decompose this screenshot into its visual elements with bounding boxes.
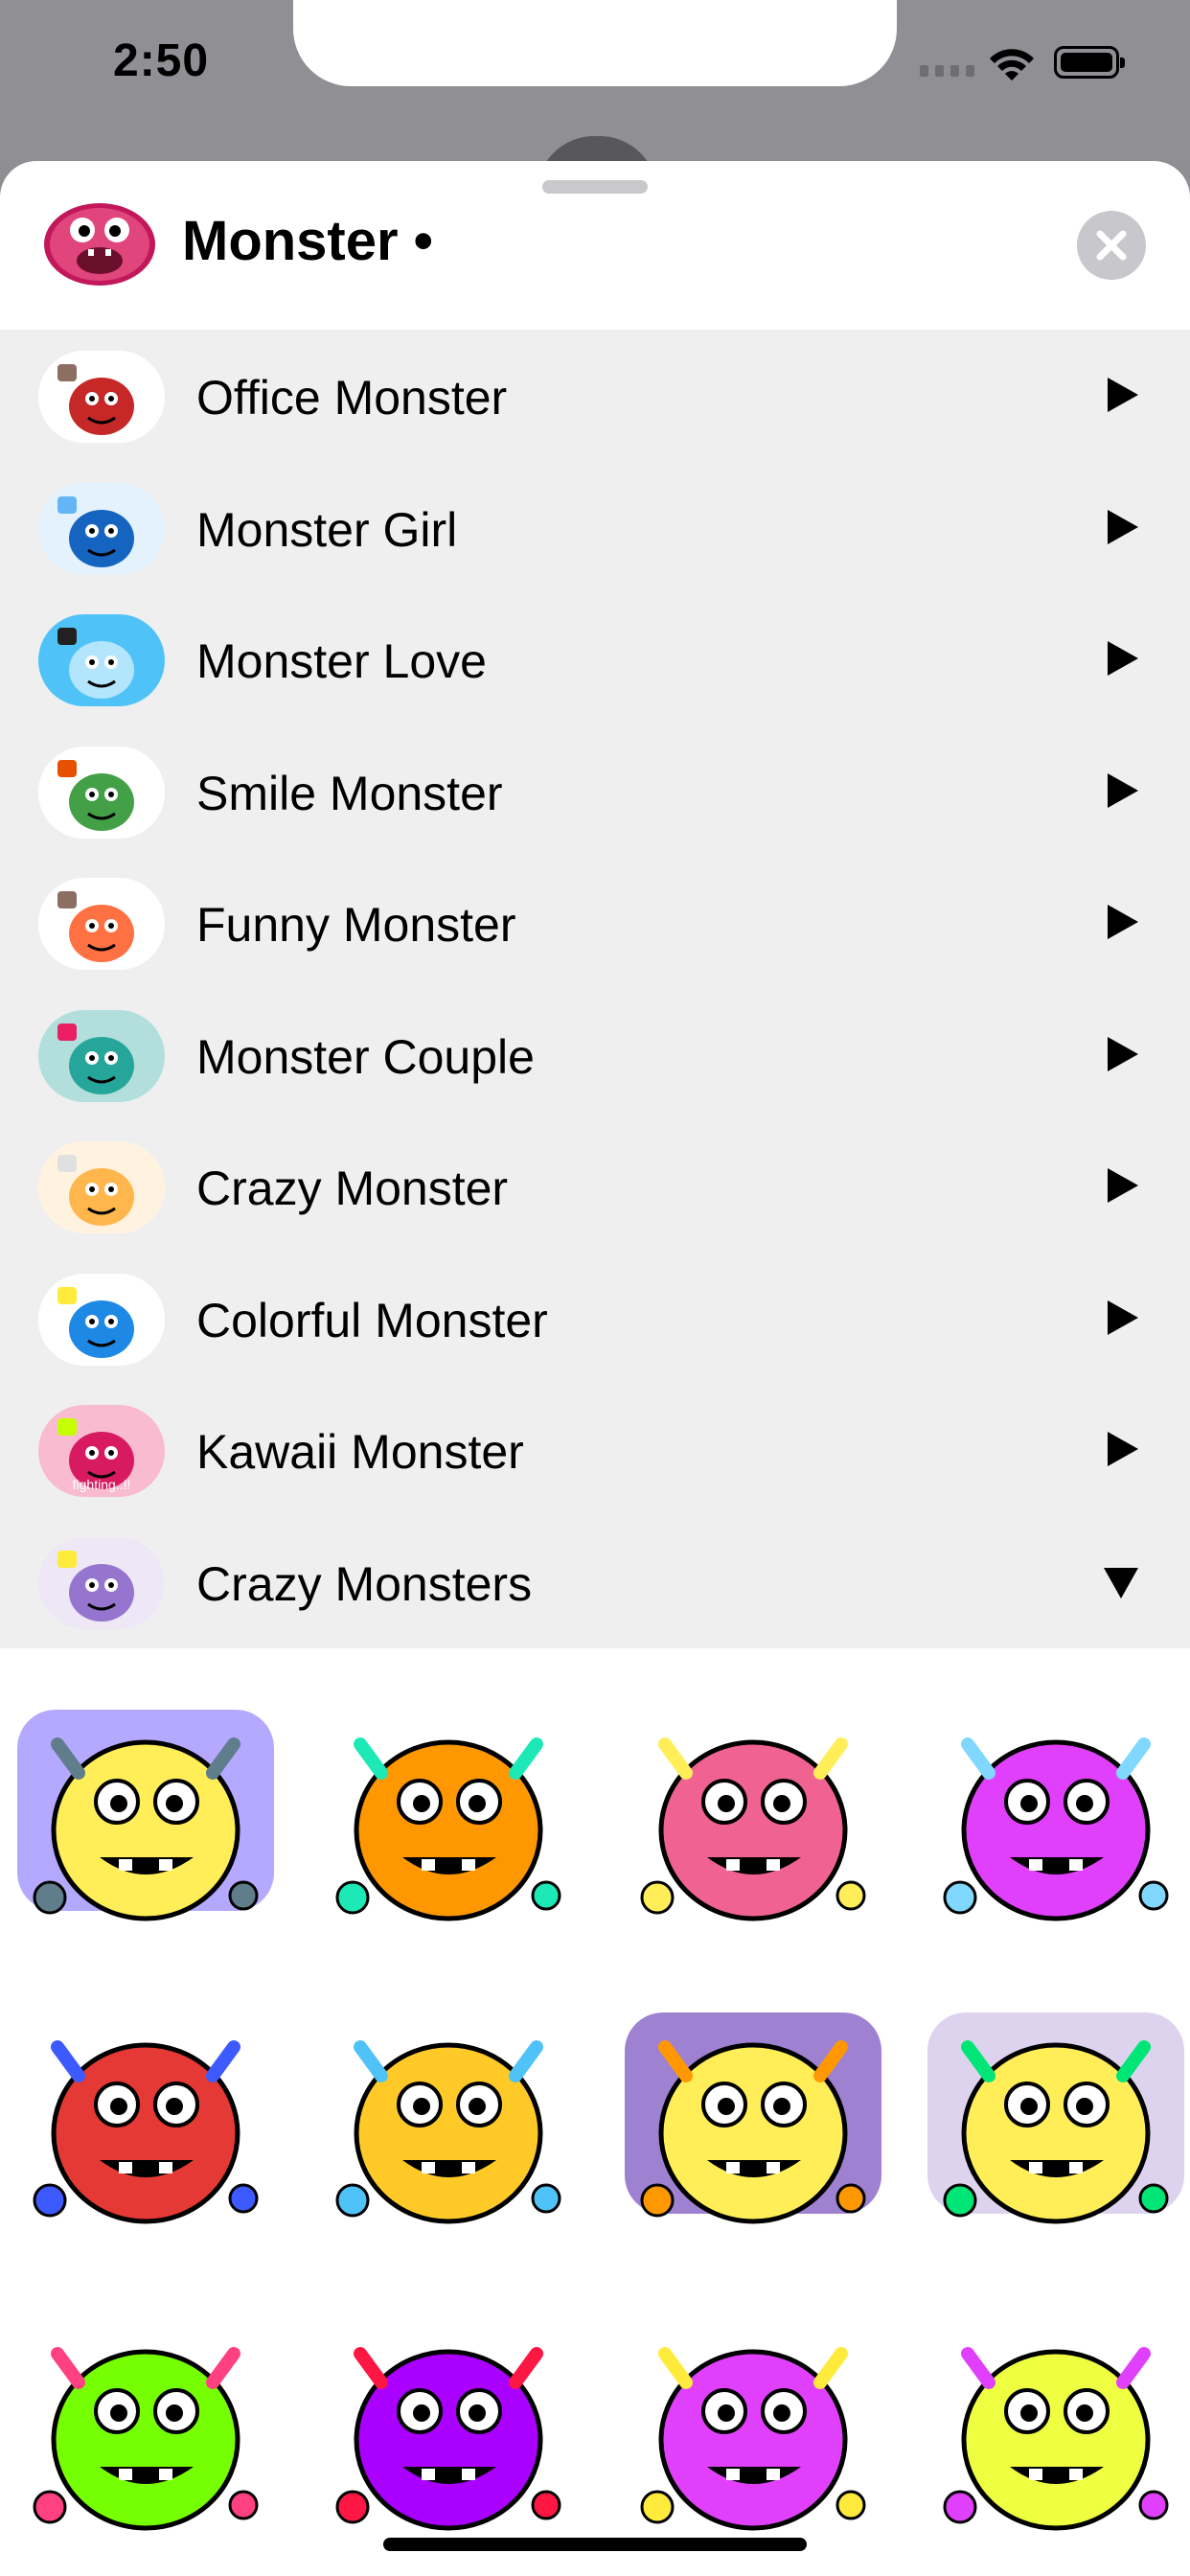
monster-app-icon: [44, 203, 155, 286]
triangle-right-icon[interactable]: [1100, 506, 1142, 548]
triangle-down-icon[interactable]: [1100, 1560, 1142, 1602]
pack-label: Smile Monster: [196, 766, 503, 820]
pack-thumbnail: [38, 1009, 165, 1102]
pack-label: Kawaii Monster: [196, 1425, 524, 1479]
pack-label: Crazy Monster: [196, 1162, 509, 1215]
three-faces-monster-sticker[interactable]: [922, 2296, 1190, 2545]
pack-row-colorful-monster[interactable]: Colorful Monster: [0, 1253, 1190, 1385]
pack-label: Funny Monster: [196, 898, 516, 952]
pack-thumbnail: fighting..!!: [38, 1405, 165, 1497]
pack-label: Office Monster: [196, 371, 508, 425]
status-bar: 2:50: [0, 0, 1190, 194]
pack-label: Monster Love: [196, 634, 487, 688]
pack-label: Monster Girl: [196, 502, 458, 557]
pack-row-crazy-monster[interactable]: Crazy Monster: [0, 1120, 1190, 1253]
pink-dragon-sticker[interactable]: [619, 2296, 887, 2545]
phone-monster-sticker[interactable]: [11, 2296, 280, 2545]
pack-thumbnail: [38, 878, 165, 970]
triangle-right-icon[interactable]: [1100, 1297, 1142, 1339]
battery-icon: [1054, 46, 1125, 79]
triangle-right-icon[interactable]: [1100, 901, 1142, 943]
triangle-right-icon[interactable]: [1100, 1428, 1142, 1470]
monster-computer-sticker[interactable]: [922, 1687, 1190, 1936]
pack-thumbnail: [38, 1141, 165, 1233]
close-button[interactable]: [1077, 211, 1146, 280]
pack-thumbnail: [38, 1536, 165, 1629]
pack-row-monster-girl[interactable]: Monster Girl: [0, 462, 1190, 594]
pack-row-kawaii-monster[interactable]: fighting..!! Kawaii Monster: [0, 1384, 1190, 1516]
home-indicator[interactable]: [383, 2538, 807, 2551]
pack-label: Monster Couple: [196, 1029, 535, 1084]
triangle-right-icon[interactable]: [1100, 374, 1142, 416]
pack-row-monster-love[interactable]: Monster Love: [0, 593, 1190, 725]
pack-thumbnail: [38, 746, 165, 839]
sticker-grid: [0, 1648, 1190, 2576]
triangle-right-icon[interactable]: [1100, 1164, 1142, 1207]
pack-thumbnail: [38, 482, 165, 575]
notch: [293, 0, 897, 86]
sticker-pack-list: Office Monster Monster Girl Monster Love Sm…: [0, 330, 1190, 1648]
purple-alarm-monster-sticker[interactable]: [314, 2296, 583, 2545]
pack-row-office-monster[interactable]: Office Monster: [0, 330, 1190, 462]
pack-row-smile-monster[interactable]: Smile Monster: [0, 725, 1190, 858]
status-time: 2:50: [113, 35, 210, 86]
cellular-signal-icon: [920, 65, 974, 77]
sunset-monster-sticker[interactable]: [619, 1990, 887, 2239]
shower-monster-sticker[interactable]: [314, 1990, 583, 2239]
pack-thumbnail: [38, 351, 165, 443]
triangle-right-icon[interactable]: [1100, 1033, 1142, 1075]
pack-thumbnail: [38, 1273, 165, 1366]
angry-red-cyclops-sticker[interactable]: [11, 1990, 280, 2239]
pack-thumbnail: [38, 614, 165, 706]
pack-label: Crazy Monsters: [196, 1556, 533, 1611]
two-monsters-dancing-sticker[interactable]: [314, 1687, 583, 1936]
pack-label: Colorful Monster: [196, 1293, 548, 1347]
pack-row-funny-monster[interactable]: Funny Monster: [0, 857, 1190, 989]
close-icon: [1096, 230, 1127, 261]
sheet-header: Monster •: [0, 161, 1190, 332]
monsters-in-ufo-sticker[interactable]: [922, 1990, 1190, 2239]
triangle-right-icon[interactable]: [1100, 770, 1142, 812]
thumbnail-caption: fighting..!!: [73, 1477, 131, 1492]
pink-monster-vacuum-sticker[interactable]: [619, 1687, 887, 1936]
page-title: Monster •: [182, 210, 433, 272]
triangle-right-icon[interactable]: [1100, 637, 1142, 679]
ufo-sticker[interactable]: [11, 1687, 280, 1936]
pack-row-monster-couple[interactable]: Monster Couple: [0, 989, 1190, 1121]
pack-row-crazy-monsters[interactable]: Crazy Monsters: [0, 1516, 1190, 1648]
sticker-sheet: Monster • Office Monster Monster Girl Mons…: [0, 161, 1190, 2576]
wifi-icon: [990, 49, 1034, 80]
